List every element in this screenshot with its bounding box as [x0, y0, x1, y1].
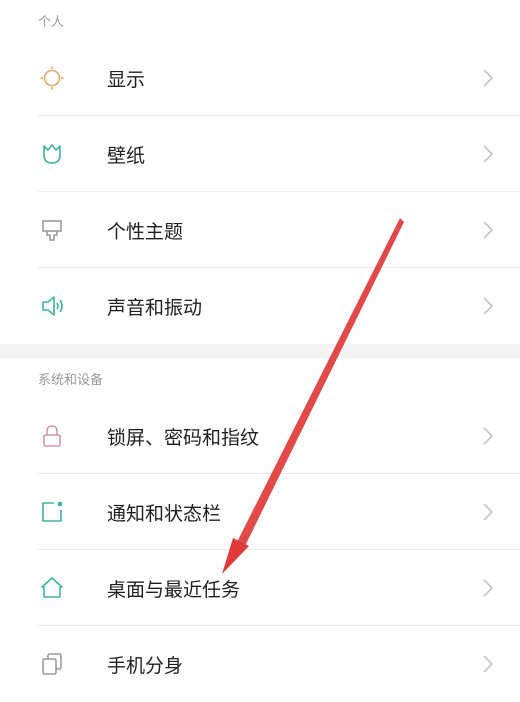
chevron-right-icon: [478, 578, 498, 598]
chevron-right-icon: [478, 144, 498, 164]
settings-item-sound[interactable]: 声音和振动: [0, 268, 520, 344]
settings-item-lockscreen[interactable]: 锁屏、密码和指纹: [0, 398, 520, 474]
settings-item-label: 锁屏、密码和指纹: [107, 426, 260, 449]
settings-item-themes[interactable]: 个性主题: [0, 192, 520, 268]
lock-icon: [38, 422, 66, 450]
clone-icon: [38, 650, 66, 678]
section-gap: [0, 344, 520, 358]
chevron-right-icon: [478, 426, 498, 446]
chevron-right-icon: [478, 296, 498, 316]
settings-item-label: 个性主题: [107, 220, 184, 243]
chevron-right-icon: [478, 502, 498, 522]
brush-icon: [38, 216, 66, 244]
chevron-right-icon: [478, 220, 498, 240]
sun-icon: [38, 64, 66, 92]
settings-item-wallpaper[interactable]: 壁纸: [0, 116, 520, 192]
settings-item-label: 声音和振动: [107, 296, 203, 319]
home-icon: [38, 574, 66, 602]
settings-item-dual-apps[interactable]: 手机分身: [0, 626, 520, 702]
settings-item-label: 桌面与最近任务: [107, 578, 241, 601]
settings-item-label: 通知和状态栏: [107, 502, 222, 525]
settings-item-label: 显示: [107, 68, 146, 91]
chevron-right-icon: [478, 68, 498, 88]
settings-item-label: 壁纸: [107, 144, 146, 167]
tulip-icon: [38, 140, 66, 168]
settings-item-home-screen[interactable]: 桌面与最近任务: [0, 550, 520, 626]
section-header-personal: 个人: [38, 14, 65, 30]
settings-item-label: 手机分身: [107, 654, 184, 677]
speaker-icon: [38, 292, 66, 320]
section-header-system: 系统和设备: [38, 372, 104, 388]
settings-list: 个人 显示 壁纸 个性主题 声音和振动 系统和设备 锁屏、密码和指纹 通知和状态…: [0, 0, 520, 702]
notification-icon: [38, 498, 66, 526]
settings-item-notifications[interactable]: 通知和状态栏: [0, 474, 520, 550]
settings-item-display[interactable]: 显示: [0, 40, 520, 116]
chevron-right-icon: [478, 654, 498, 674]
